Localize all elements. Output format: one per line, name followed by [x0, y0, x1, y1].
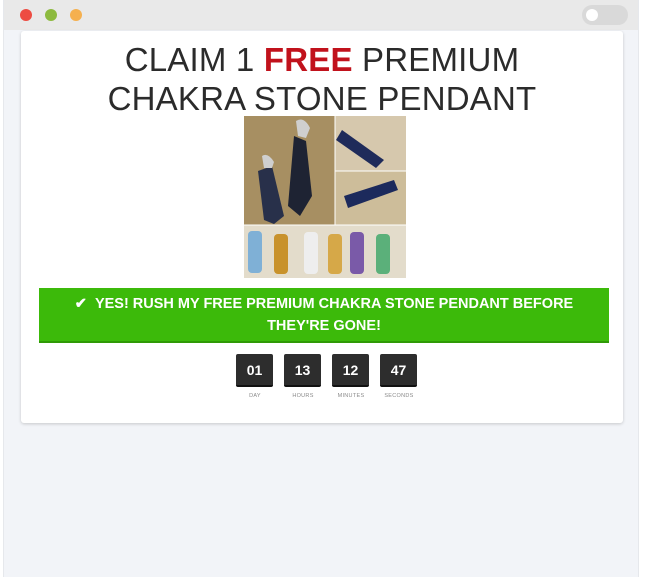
claim-pendant-button[interactable]: ✔ YES! RUSH MY FREE PREMIUM CHAKRA STONE …	[39, 288, 609, 343]
countdown-hours: 13 HOURS	[284, 354, 322, 399]
cta-label: YES! RUSH MY FREE PREMIUM CHAKRA STONE P…	[94, 296, 574, 334]
product-image	[244, 116, 406, 278]
window-titlebar	[4, 0, 638, 30]
countdown-hours-label: HOURS	[292, 393, 314, 399]
offer-card: CLAIM 1 FREE PREMIUM CHAKRA STONE PENDAN…	[21, 31, 623, 423]
countdown-minutes-value: 12	[332, 354, 369, 387]
headline-prefix: CLAIM 1	[124, 41, 264, 78]
toggle-knob	[586, 9, 598, 21]
toggle-switch[interactable]	[582, 5, 628, 25]
pendant-collage-graphic	[244, 116, 406, 278]
close-window-button[interactable]	[20, 9, 32, 21]
countdown-day-label: DAY	[249, 393, 261, 399]
headline-line2: CHAKRA STONE PENDANT	[107, 80, 537, 117]
countdown-timer: 01 DAY 13 HOURS 12 MINUTES 47 SECONDS	[21, 354, 623, 404]
countdown-seconds-label: SECONDS	[384, 393, 414, 399]
minimize-window-button[interactable]	[45, 9, 57, 21]
headline-suffix: PREMIUM	[352, 41, 520, 78]
checkmark-icon: ✔	[74, 296, 87, 312]
headline-free-highlight: FREE	[263, 41, 353, 78]
browser-window: CLAIM 1 FREE PREMIUM CHAKRA STONE PENDAN…	[3, 0, 639, 577]
countdown-hours-value: 13	[284, 354, 321, 387]
page-headline: CLAIM 1 FREE PREMIUM CHAKRA STONE PENDAN…	[21, 40, 623, 118]
countdown-day-value: 01	[236, 354, 273, 387]
maximize-window-button[interactable]	[70, 9, 82, 21]
countdown-minutes: 12 MINUTES	[332, 354, 370, 399]
countdown-minutes-label: MINUTES	[337, 393, 365, 399]
countdown-seconds: 47 SECONDS	[380, 354, 418, 399]
countdown-day: 01 DAY	[236, 354, 274, 399]
countdown-seconds-value: 47	[380, 354, 417, 387]
